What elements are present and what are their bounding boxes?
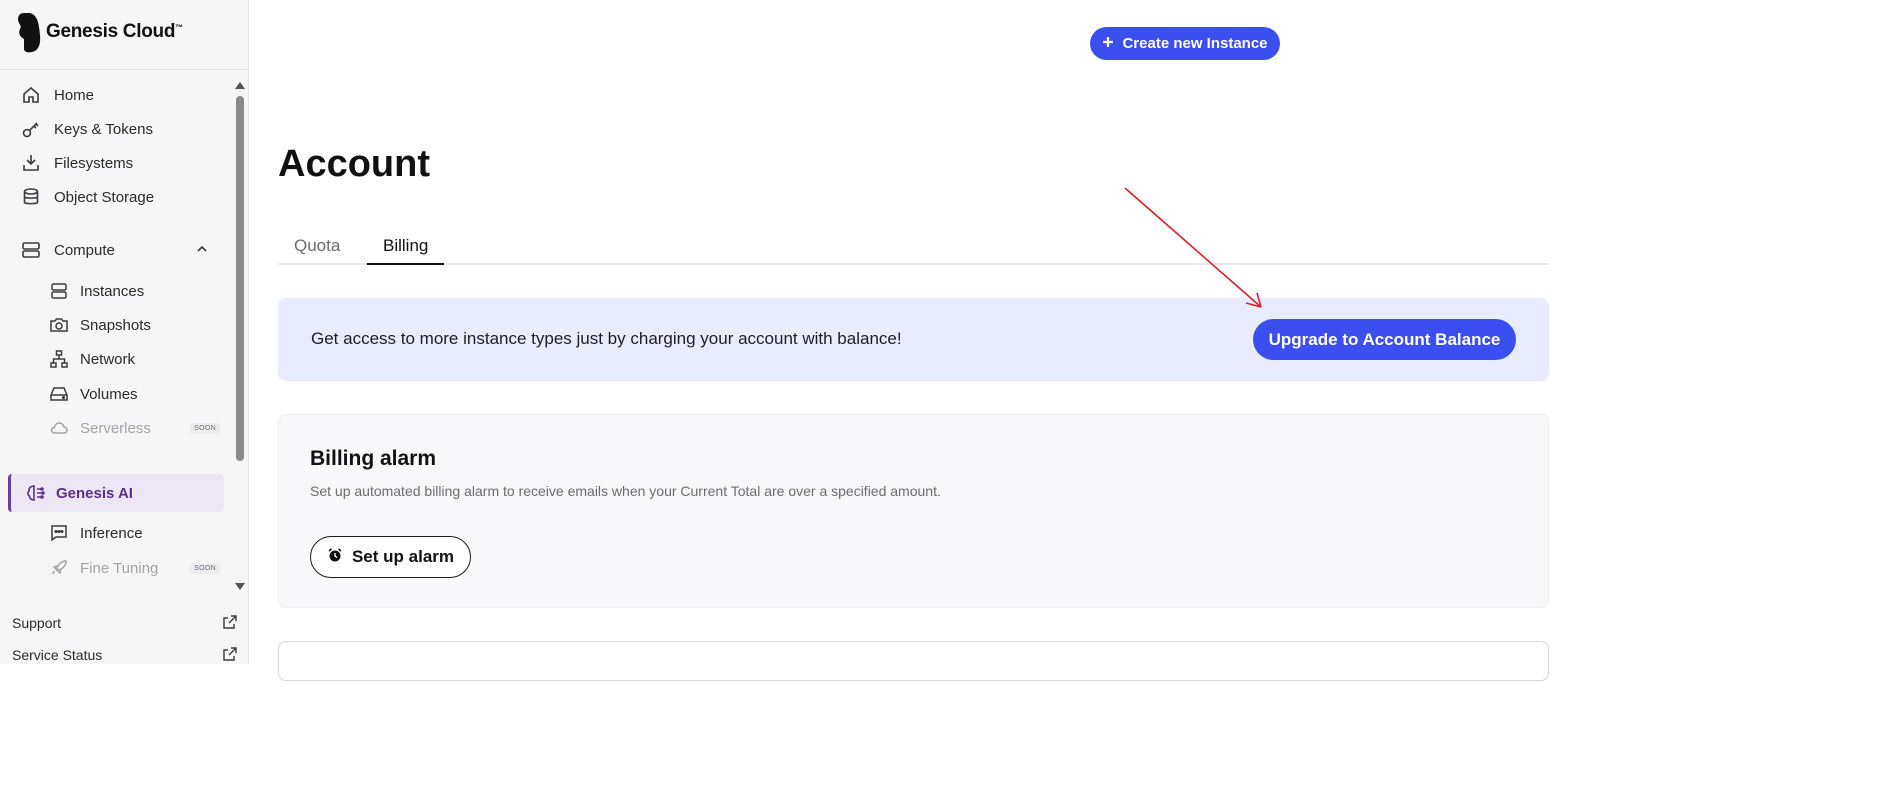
brand-name: Genesis Cloud <box>46 21 176 42</box>
sidebar-item-serverless: Serverless SOON <box>0 412 230 444</box>
database-icon <box>20 186 42 208</box>
soon-badge: SOON <box>190 562 220 574</box>
sidebar-item-compute[interactable]: Compute <box>0 234 230 266</box>
genesis-cloud-logo-icon <box>16 11 42 53</box>
soon-badge: SOON <box>190 422 220 434</box>
drive-icon <box>48 383 70 405</box>
service-status-link-label: Service Status <box>12 647 103 663</box>
rocket-icon <box>48 557 70 579</box>
banner-text: Get access to more instance types just b… <box>311 329 902 348</box>
sidebar-item-home[interactable]: Home <box>0 80 230 111</box>
sidebar-item-label: Network <box>80 350 136 368</box>
sidebar: Genesis Cloud™ Home Keys & Tokens Filesy… <box>0 0 249 664</box>
sidebar-item-label: Home <box>54 86 95 104</box>
scrollbar-thumb[interactable] <box>236 96 244 461</box>
sidebar-item-label: Inference <box>80 524 143 542</box>
sidebar-scrollbar[interactable] <box>234 80 246 592</box>
support-link[interactable]: Support <box>12 609 238 637</box>
sidebar-item-snapshots[interactable]: Snapshots <box>0 309 230 341</box>
sidebar-item-label: Compute <box>54 241 115 259</box>
sidebar-item-volumes[interactable]: Volumes <box>0 378 230 410</box>
sidebar-item-label: Keys & Tokens <box>54 120 153 138</box>
sidebar-item-label: Snapshots <box>80 316 151 334</box>
upgrade-banner: Get access to more instance types just b… <box>278 298 1549 381</box>
sidebar-item-genesis-ai[interactable]: Genesis AI <box>8 474 224 512</box>
billing-alarm-description: Set up automated billing alarm to receiv… <box>310 483 941 499</box>
camera-icon <box>48 314 70 336</box>
create-instance-button[interactable]: Create new Instance <box>1090 27 1280 60</box>
scroll-up-arrow-icon[interactable] <box>235 82 245 89</box>
sidebar-item-network[interactable]: Network <box>0 343 230 375</box>
sidebar-item-fine-tuning: Fine Tuning SOON <box>0 552 230 584</box>
scroll-down-arrow-icon[interactable] <box>235 583 245 590</box>
upgrade-account-balance-button[interactable]: Upgrade to Account Balance <box>1253 319 1516 360</box>
sidebar-item-filesystems[interactable]: Filesystems <box>0 147 230 179</box>
download-icon <box>20 152 42 174</box>
ai-brain-icon <box>24 482 46 504</box>
sidebar-item-label: Fine Tuning <box>80 559 159 577</box>
server-stack-icon <box>20 239 42 261</box>
create-instance-label: Create new Instance <box>1122 35 1268 52</box>
sidebar-item-inference[interactable]: Inference <box>0 517 230 549</box>
set-up-alarm-button[interactable]: Set up alarm <box>310 536 471 578</box>
sidebar-item-label: Instances <box>80 282 145 300</box>
sidebar-divider <box>0 69 248 70</box>
chevron-up-icon[interactable] <box>196 242 208 259</box>
sidebar-item-label: Genesis AI <box>56 484 133 502</box>
account-tabs: Quota Billing <box>278 230 1549 265</box>
plus-icon <box>1102 35 1114 52</box>
server-icon <box>48 280 70 302</box>
external-link-icon <box>222 646 238 665</box>
support-link-label: Support <box>12 615 62 631</box>
sidebar-nav: Home Keys & Tokens Filesystems Object St… <box>0 80 234 592</box>
sidebar-item-label: Serverless <box>80 419 151 437</box>
set-up-alarm-label: Set up alarm <box>351 547 455 566</box>
sidebar-item-label: Volumes <box>80 385 138 403</box>
service-status-link[interactable]: Service Status <box>12 641 238 669</box>
sidebar-item-keys-tokens[interactable]: Keys & Tokens <box>0 113 230 145</box>
tab-quota[interactable]: Quota <box>294 236 340 265</box>
external-link-icon <box>222 614 238 633</box>
network-icon <box>48 348 70 370</box>
sidebar-item-instances[interactable]: Instances <box>0 275 230 307</box>
cloud-icon <box>48 417 70 439</box>
trademark-mark: ™ <box>175 23 183 32</box>
brand-logo[interactable]: Genesis Cloud™ <box>16 10 183 54</box>
tab-billing[interactable]: Billing <box>367 236 445 265</box>
alarm-clock-icon <box>327 547 343 568</box>
billing-alarm-title: Billing alarm <box>310 447 437 470</box>
key-icon <box>20 118 42 140</box>
page-title: Account <box>278 143 430 185</box>
chat-icon <box>48 522 70 544</box>
sidebar-item-label: Object Storage <box>54 188 155 206</box>
next-section-card <box>278 641 1549 681</box>
home-icon <box>20 84 42 106</box>
sidebar-item-object-storage[interactable]: Object Storage <box>0 181 230 213</box>
sidebar-item-label: Filesystems <box>54 154 134 172</box>
billing-alarm-card: Billing alarm Set up automated billing a… <box>278 414 1549 608</box>
